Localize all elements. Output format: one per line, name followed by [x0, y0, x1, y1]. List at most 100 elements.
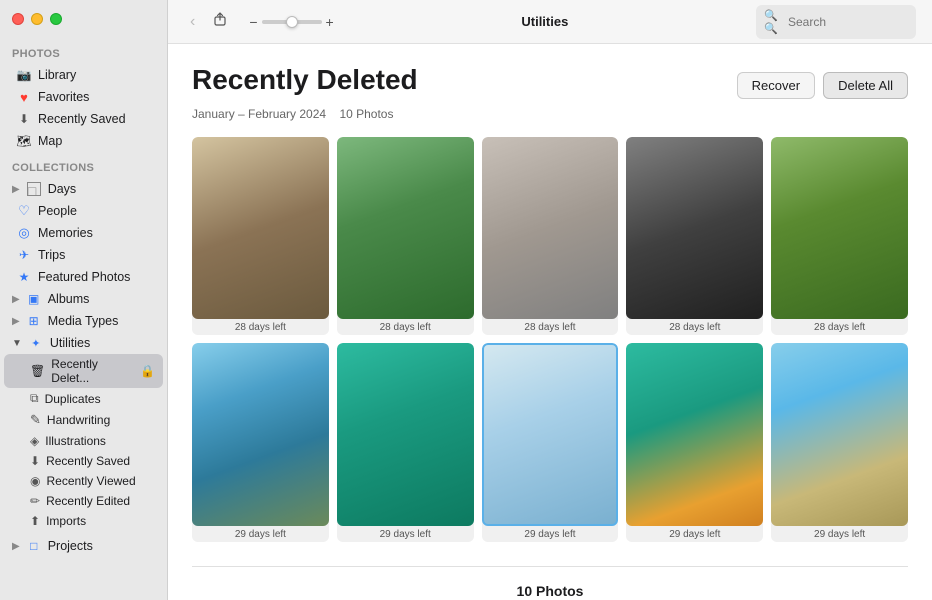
recover-button[interactable]: Recover — [737, 72, 815, 99]
photo-thumbnail — [192, 343, 329, 525]
sidebar-item-recently-viewed[interactable]: Recently Viewed — [4, 471, 163, 491]
sidebar-item-recently-edited[interactable]: Recently Edited — [4, 491, 163, 511]
photo-grid: 28 days left 28 days left 28 days left 2… — [192, 137, 908, 542]
sidebar-item-label: Map — [38, 134, 62, 148]
content-area: Recently Deleted Recover Delete All Janu… — [168, 44, 932, 600]
sidebar-item-label: Featured Photos — [38, 270, 130, 284]
photo-thumbnail — [192, 137, 329, 319]
recently-saved-sub-icon — [30, 454, 40, 468]
sidebar-item-handwriting[interactable]: Handwriting — [4, 409, 163, 431]
photo-item[interactable]: 29 days left — [192, 343, 329, 541]
search-icon: 🔍 — [764, 9, 783, 35]
trips-icon — [16, 247, 32, 263]
recently-viewed-icon — [30, 474, 40, 488]
photo-days-left: 29 days left — [192, 526, 329, 542]
photo-days-left: 28 days left — [626, 319, 763, 335]
photo-thumbnail — [482, 343, 619, 525]
sidebar-item-label: Library — [38, 68, 76, 82]
sidebar-item-library[interactable]: Library — [4, 64, 163, 86]
photo-days-left: 29 days left — [771, 526, 908, 542]
photo-thumbnail — [626, 137, 763, 319]
zoom-plus-button[interactable]: + — [326, 14, 334, 30]
share-button[interactable] — [207, 9, 233, 34]
photo-thumbnail — [626, 343, 763, 525]
utilities-icon — [28, 335, 44, 351]
chevron-right-icon: ▶ — [12, 316, 20, 327]
favorites-icon — [16, 89, 32, 105]
memories-icon — [16, 225, 32, 241]
sidebar-item-label: Duplicates — [45, 392, 101, 406]
zoom-minus-button[interactable]: − — [249, 14, 257, 30]
minimize-button[interactable] — [31, 13, 43, 25]
zoom-slider-thumb — [286, 16, 298, 28]
sidebar-item-map[interactable]: Map — [4, 130, 163, 152]
sidebar-item-label: Trips — [38, 248, 65, 262]
photo-item[interactable]: 28 days left — [626, 137, 763, 335]
date-range: January – February 2024 — [192, 107, 326, 121]
photos-section-label: Photos — [0, 38, 167, 64]
photo-days-left: 28 days left — [337, 319, 474, 335]
photo-item[interactable]: 28 days left — [771, 137, 908, 335]
sidebar-item-albums[interactable]: ▶ Albums — [4, 288, 163, 310]
photo-thumbnail — [771, 137, 908, 319]
days-icon — [26, 181, 42, 197]
photo-item[interactable]: 29 days left — [337, 343, 474, 541]
handwriting-icon — [30, 412, 41, 428]
sidebar-item-people[interactable]: People — [4, 200, 163, 222]
sidebar-item-recently-saved-sub[interactable]: Recently Saved — [4, 451, 163, 471]
sidebar-item-label: Favorites — [38, 90, 89, 104]
zoom-control: − + — [249, 14, 333, 30]
lock-icon: 🔒 — [140, 364, 155, 378]
photo-days-left: 29 days left — [626, 526, 763, 542]
sidebar-item-label: Memories — [38, 226, 93, 240]
duplicates-icon — [30, 391, 39, 406]
illustrations-icon — [30, 434, 39, 448]
sidebar-item-label: Recently Saved — [46, 454, 130, 468]
photo-thumbnail — [482, 137, 619, 319]
recently-saved-icon — [16, 111, 32, 127]
zoom-slider[interactable] — [262, 20, 322, 24]
sidebar-item-memories[interactable]: Memories — [4, 222, 163, 244]
albums-icon — [26, 291, 42, 307]
sidebar-item-illustrations[interactable]: Illustrations — [4, 431, 163, 451]
maximize-button[interactable] — [50, 13, 62, 25]
sidebar-item-favorites[interactable]: Favorites — [4, 86, 163, 108]
delete-all-button[interactable]: Delete All — [823, 72, 908, 99]
recently-edited-icon — [30, 494, 40, 508]
photo-item[interactable]: 29 days left — [482, 343, 619, 541]
sidebar-item-days[interactable]: ▶ Days — [4, 178, 163, 200]
close-button[interactable] — [12, 13, 24, 25]
people-icon — [16, 203, 32, 219]
sidebar-item-utilities[interactable]: ▼ Utilities — [4, 332, 163, 354]
featured-icon — [16, 269, 32, 285]
photo-item[interactable]: 29 days left — [771, 343, 908, 541]
sidebar-item-recently-saved[interactable]: Recently Saved — [4, 108, 163, 130]
search-input[interactable] — [788, 15, 908, 29]
sidebar-item-label: Recently Saved — [38, 112, 126, 126]
back-button[interactable]: ‹ — [184, 10, 201, 34]
photo-item[interactable]: 28 days left — [482, 137, 619, 335]
sidebar-item-featured-photos[interactable]: Featured Photos — [4, 266, 163, 288]
titlebar — [0, 0, 167, 38]
imports-icon — [30, 514, 40, 528]
search-box[interactable]: 🔍 — [756, 5, 916, 39]
photo-days-left: 28 days left — [482, 319, 619, 335]
sidebar-item-media-types[interactable]: ▶ Media Types — [4, 310, 163, 332]
photo-days-left: 29 days left — [337, 526, 474, 542]
sidebar-item-label: Recently Viewed — [46, 474, 135, 488]
sidebar-item-recently-deleted[interactable]: Recently Delet... 🔒 — [4, 354, 163, 388]
photo-days-left: 28 days left — [192, 319, 329, 335]
chevron-right-icon: ▶ — [12, 184, 20, 195]
sidebar-item-imports[interactable]: Imports — [4, 511, 163, 531]
sidebar: Photos Library Favorites Recently Saved … — [0, 0, 168, 600]
sidebar-item-label: Handwriting — [47, 413, 110, 427]
sidebar-item-label: People — [38, 204, 77, 218]
sidebar-item-trips[interactable]: Trips — [4, 244, 163, 266]
sidebar-item-duplicates[interactable]: Duplicates — [4, 388, 163, 409]
photo-item[interactable]: 28 days left — [337, 137, 474, 335]
photo-item[interactable]: 29 days left — [626, 343, 763, 541]
photo-item[interactable]: 28 days left — [192, 137, 329, 335]
sidebar-item-projects[interactable]: ▶ Projects — [4, 535, 163, 557]
photo-days-left: 29 days left — [482, 526, 619, 542]
sidebar-item-label: Projects — [48, 539, 93, 553]
